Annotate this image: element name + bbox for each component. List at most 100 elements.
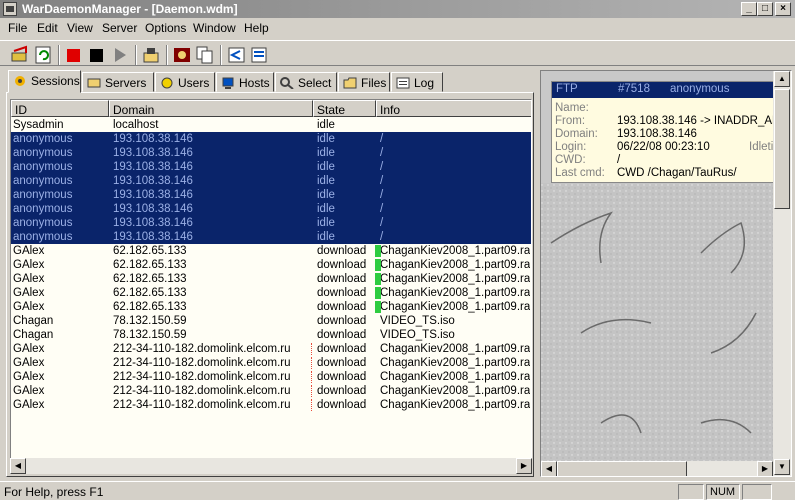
table-row[interactable]: anonymous 193.108.38.146 idle / bbox=[11, 132, 531, 146]
scroll-right-icon[interactable]: ▶ bbox=[516, 458, 532, 474]
tab-hosts[interactable]: Hosts bbox=[216, 72, 274, 92]
tab-files[interactable]: Files bbox=[338, 72, 390, 92]
stop-red-icon[interactable] bbox=[64, 45, 84, 65]
tab-select[interactable]: Select bbox=[275, 72, 337, 92]
transfer-activity-indicator bbox=[311, 399, 315, 411]
cell-domain: 212-34-110-182.domolink.elcom.ru bbox=[113, 343, 291, 355]
cell-domain: 78.132.150.59 bbox=[113, 329, 187, 341]
connect-icon[interactable] bbox=[10, 45, 30, 65]
cell-domain: 193.108.38.146 bbox=[113, 203, 193, 215]
stop-icon[interactable] bbox=[87, 45, 107, 65]
cell-id: GAlex bbox=[13, 343, 45, 355]
properties-icon[interactable] bbox=[141, 45, 161, 65]
table-row[interactable]: GAlex 62.182.65.133 download ChaganKiev2008… bbox=[11, 258, 531, 272]
files-icon bbox=[343, 77, 357, 89]
cell-info: / bbox=[380, 231, 384, 243]
transfer-activity-indicator bbox=[311, 385, 315, 397]
horizontal-scrollbar[interactable]: ◀ ▶ bbox=[10, 458, 532, 474]
maximize-button[interactable]: □ bbox=[757, 2, 773, 16]
table-row[interactable]: anonymous 193.108.38.146 idle / bbox=[11, 202, 531, 216]
tab-label: Sessions bbox=[31, 74, 80, 88]
scroll-right-icon[interactable]: ▶ bbox=[757, 461, 773, 476]
table-row[interactable]: Chagan 78.132.150.59 download VIDEO_TS.iso bbox=[11, 314, 531, 328]
menu-file[interactable]: File bbox=[8, 21, 27, 35]
table-row[interactable]: GAlex 212-34-110-182.domolink.elcom.ru dow… bbox=[11, 342, 531, 356]
cell-id: Chagan bbox=[13, 315, 54, 327]
table-row[interactable]: Chagan 78.132.150.59 download VIDEO_TS.iso bbox=[11, 328, 531, 342]
table-row[interactable]: GAlex 212-34-110-182.domolink.elcom.ru dow… bbox=[11, 384, 531, 398]
scroll-up-icon[interactable]: ▲ bbox=[774, 71, 790, 87]
table-row[interactable]: anonymous 193.108.38.146 idle / bbox=[11, 216, 531, 230]
cell-domain: 193.108.38.146 bbox=[113, 147, 193, 159]
table-row[interactable]: GAlex 62.182.65.133 download ChaganKiev2008… bbox=[11, 272, 531, 286]
menu-help[interactable]: Help bbox=[244, 21, 269, 35]
vertical-scrollbar[interactable]: ▲ ▼ bbox=[773, 71, 791, 476]
copy-icon[interactable] bbox=[195, 45, 215, 65]
back-icon[interactable] bbox=[226, 45, 246, 65]
play-icon[interactable] bbox=[110, 45, 130, 65]
column-state[interactable]: State bbox=[313, 100, 376, 117]
cell-state: download bbox=[317, 371, 367, 383]
cell-info: ChaganKiev2008_1.part09.rar bbox=[380, 357, 530, 369]
table-row[interactable]: Sysadmin localhost idle bbox=[11, 118, 531, 132]
table-row[interactable]: anonymous 193.108.38.146 idle / bbox=[11, 174, 531, 188]
tab-users[interactable]: Users bbox=[155, 72, 215, 92]
tab-log[interactable]: Log bbox=[391, 72, 443, 92]
column-domain[interactable]: Domain bbox=[109, 100, 313, 117]
session-info-box: FTP #7518 anonymous Name: From: 193.108.3… bbox=[551, 81, 780, 183]
window-title: WarDaemonManager - [Daemon.wdm] bbox=[22, 2, 238, 16]
column-id[interactable]: ID bbox=[11, 100, 109, 117]
menu-server[interactable]: Server bbox=[102, 21, 137, 35]
detail-row: Login: 06/22/08 00:23:10 Idletir bbox=[555, 141, 778, 153]
cell-domain: 212-34-110-182.domolink.elcom.ru bbox=[113, 371, 291, 383]
table-row[interactable]: anonymous 193.108.38.146 idle / bbox=[11, 160, 531, 174]
column-info[interactable]: Info bbox=[376, 100, 531, 117]
cell-info: ChaganKiev2008_1.part09.rar bbox=[380, 259, 530, 271]
table-row[interactable]: GAlex 62.182.65.133 download ChaganKiev2008… bbox=[11, 244, 531, 258]
transfer-activity-indicator bbox=[311, 357, 315, 369]
scroll-thumb[interactable] bbox=[557, 461, 687, 476]
cell-id: anonymous bbox=[13, 203, 73, 215]
detail-panel: FTP #7518 anonymous Name: From: 193.108.3… bbox=[540, 70, 792, 477]
scroll-left-icon[interactable]: ◀ bbox=[541, 461, 557, 476]
tab-label: Files bbox=[361, 76, 387, 90]
log-icon bbox=[396, 77, 410, 89]
menu-view[interactable]: View bbox=[67, 21, 93, 35]
cell-domain: 193.108.38.146 bbox=[113, 175, 193, 187]
sessions-list[interactable]: ID Domain State Info Sysadmin localhost id… bbox=[10, 99, 532, 472]
table-row[interactable]: GAlex 212-34-110-182.domolink.elcom.ru dow… bbox=[11, 398, 531, 412]
table-row[interactable]: anonymous 193.108.38.146 idle / bbox=[11, 188, 531, 202]
cell-id: Sysadmin bbox=[13, 119, 64, 131]
menu-options[interactable]: Options bbox=[145, 21, 186, 35]
table-row[interactable]: GAlex 62.182.65.133 download ChaganKiev2008… bbox=[11, 300, 531, 314]
scroll-thumb[interactable] bbox=[774, 89, 790, 209]
cell-id: GAlex bbox=[13, 371, 45, 383]
menu-window[interactable]: Window bbox=[193, 21, 236, 35]
app-icon[interactable] bbox=[3, 2, 17, 16]
download-progress-bar bbox=[375, 287, 381, 299]
cell-id: GAlex bbox=[13, 245, 45, 257]
tab-servers[interactable]: Servers bbox=[82, 72, 154, 92]
table-row[interactable]: anonymous 193.108.38.146 idle / bbox=[11, 146, 531, 160]
table-row[interactable]: GAlex 212-34-110-182.domolink.elcom.ru dow… bbox=[11, 370, 531, 384]
table-row[interactable]: anonymous 193.108.38.146 idle / bbox=[11, 230, 531, 244]
cell-domain: 62.182.65.133 bbox=[113, 273, 187, 285]
cell-state: download bbox=[317, 259, 367, 271]
cell-info: ChaganKiev2008_1.part09.rar bbox=[380, 287, 530, 299]
cell-id: Chagan bbox=[13, 329, 54, 341]
list-icon[interactable] bbox=[249, 45, 269, 65]
menu-edit[interactable]: Edit bbox=[37, 21, 58, 35]
detail-horizontal-scrollbar[interactable]: ◀ ▶ bbox=[541, 461, 773, 476]
table-row[interactable]: GAlex 62.182.65.133 download ChaganKiev2008… bbox=[11, 286, 531, 300]
status-help-text: For Help, press F1 bbox=[4, 485, 104, 499]
cell-id: anonymous bbox=[13, 189, 73, 201]
minimize-button[interactable]: _ bbox=[741, 2, 757, 16]
table-row[interactable]: GAlex 212-34-110-182.domolink.elcom.ru dow… bbox=[11, 356, 531, 370]
refresh-icon[interactable] bbox=[33, 45, 53, 65]
scroll-left-icon[interactable]: ◀ bbox=[10, 458, 26, 474]
scroll-down-icon[interactable]: ▼ bbox=[774, 459, 790, 475]
users-tool-icon[interactable] bbox=[172, 45, 192, 65]
close-button[interactable]: × bbox=[775, 2, 791, 16]
cell-id: anonymous bbox=[13, 175, 73, 187]
tab-sessions[interactable]: Sessions bbox=[8, 70, 81, 93]
